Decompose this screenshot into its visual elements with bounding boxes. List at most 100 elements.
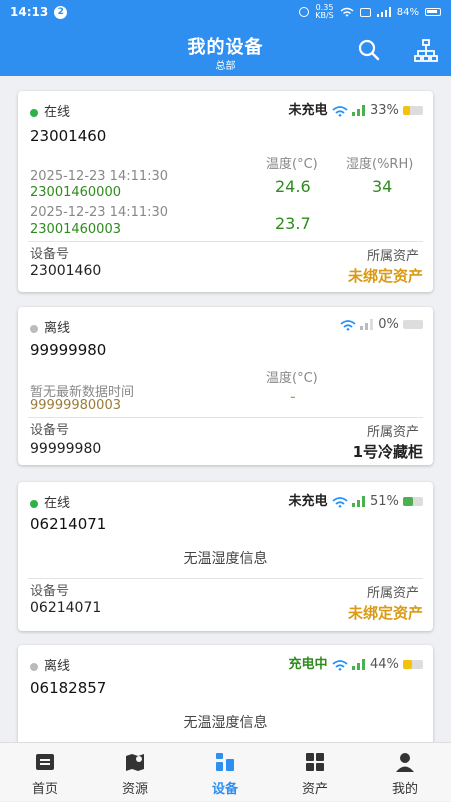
status-dot [30, 662, 38, 671]
divider [28, 578, 423, 579]
asset-label: 所属资产 [366, 249, 419, 264]
signal-icon [351, 105, 365, 116]
battery-status-text: 84% [396, 6, 419, 18]
status-time: 14:13 [10, 5, 49, 19]
battery-icon [403, 320, 423, 329]
sensor-time: 2025-12-23 14:11:30 [30, 169, 169, 184]
divider [28, 241, 423, 242]
search-icon[interactable] [358, 39, 380, 61]
device-power-status: 未充电 33% [289, 99, 423, 118]
temperature-header: 温度(°C) [266, 157, 318, 172]
battery-percent: 51% [369, 494, 399, 509]
no-sensor-info: 无温湿度信息 [183, 715, 268, 731]
asset-value[interactable]: 1号冷藏柜 [353, 441, 423, 462]
signal-icon [360, 319, 374, 330]
humidity-header: 湿度(%RH) [346, 157, 414, 172]
device-card[interactable]: 离线 充电中 44% 06182857 无温湿度信息 [18, 645, 433, 742]
device-no-value: 99999980 [30, 441, 102, 457]
page-title: 我的设备 [187, 37, 264, 58]
status-dot [30, 499, 38, 508]
status-dot [30, 324, 38, 333]
device-no-label: 设备号 [30, 247, 70, 262]
device-list[interactable]: 在线 未充电 33% 23001460 温度(°C) 湿度(%RH) 2025-… [0, 76, 451, 742]
tab-label: 首页 [31, 782, 58, 797]
wifi-icon [332, 659, 348, 671]
tab-label: 资产 [301, 782, 328, 797]
battery-icon [403, 106, 423, 115]
device-id[interactable]: 99999980 [30, 341, 106, 359]
tab-home[interactable]: 首页 [0, 743, 90, 802]
charge-status: 未充电 [288, 494, 328, 509]
org-tree-icon[interactable] [414, 39, 438, 63]
temperature-value: - [290, 387, 296, 406]
asset-value[interactable]: 未绑定资产 [348, 602, 423, 623]
battery-icon [403, 497, 423, 506]
app-header: 我的设备 总部 [0, 24, 451, 76]
sensor-time: 2025-12-23 14:11:30 [30, 205, 169, 220]
divider [28, 417, 423, 418]
status-dot [30, 108, 38, 117]
wifi-icon [332, 105, 348, 117]
device-card[interactable]: 在线 未充电 51% 06214071 无温湿度信息 设备号 所属资产 0621… [18, 482, 433, 631]
signal-icon [351, 659, 365, 670]
temperature-value: 23.7 [275, 214, 311, 233]
battery-icon [403, 660, 423, 669]
battery-percent: 44% [369, 657, 399, 672]
sensor-id[interactable]: 99999980003 [30, 398, 121, 413]
battery-percent: 0% [378, 317, 399, 332]
device-card[interactable]: 在线 未充电 33% 23001460 温度(°C) 湿度(%RH) 2025-… [18, 91, 433, 292]
home-icon [36, 754, 54, 770]
device-icon [216, 753, 234, 771]
offline-status: 离线 [30, 317, 70, 336]
hd-icon [359, 7, 371, 17]
device-no-label: 设备号 [30, 423, 70, 438]
temperature-value: 24.6 [275, 177, 311, 196]
tab-mine[interactable]: 我的 [360, 743, 450, 802]
offline-status: 离线 [30, 655, 70, 674]
wifi-icon [332, 496, 348, 508]
charge-status: 未充电 [288, 103, 328, 118]
device-power-status: 0% [340, 317, 423, 332]
map-pin-icon [126, 754, 144, 771]
bottom-tab-bar: 首页 资源 设备 资产 我的 [0, 742, 451, 801]
sensor-id[interactable]: 23001460003 [30, 222, 121, 237]
charge-status: 充电中 [288, 657, 328, 672]
asset-label: 所属资产 [366, 425, 419, 440]
battery-percent: 33% [369, 103, 399, 118]
humidity-value: 34 [372, 177, 393, 196]
user-icon [396, 753, 414, 772]
status-icons: 0.35 KB/S 84% [299, 4, 441, 20]
asset-label: 所属资产 [366, 586, 419, 601]
device-no-value: 06214071 [30, 600, 102, 616]
status-bar: 14:13 2 0.35 KB/S 84% [0, 0, 451, 24]
net-speed: 0.35 KB/S [315, 3, 334, 20]
online-status: 在线 [30, 101, 70, 120]
device-no-value: 23001460 [30, 263, 102, 279]
temperature-header: 温度(°C) [266, 371, 318, 386]
device-id[interactable]: 06214071 [30, 515, 106, 533]
online-status: 在线 [30, 492, 70, 511]
tab-resources[interactable]: 资源 [90, 743, 180, 802]
alarm-icon [299, 7, 310, 17]
wifi-icon [340, 319, 356, 331]
device-id[interactable]: 23001460 [30, 127, 106, 145]
device-no-label: 设备号 [30, 584, 70, 599]
page-subtitle: 总部 [215, 61, 236, 72]
tab-assets[interactable]: 资产 [270, 743, 360, 802]
grid-icon [306, 753, 324, 771]
device-power-status: 充电中 44% [289, 653, 423, 672]
asset-value[interactable]: 未绑定资产 [348, 265, 423, 286]
device-power-status: 未充电 51% [289, 490, 423, 509]
signal-icon [351, 496, 365, 507]
signal-status-icon [376, 7, 391, 17]
tab-label: 设备 [211, 782, 238, 797]
device-card[interactable]: 离线 0% 99999980 温度(°C) 暂无最新数据时间 999999800… [18, 307, 433, 465]
wifi-status-icon [340, 7, 354, 17]
notification-badge: 2 [54, 5, 68, 19]
device-id[interactable]: 06182857 [30, 679, 106, 697]
sensor-id[interactable]: 23001460000 [30, 185, 121, 200]
no-sensor-info: 无温湿度信息 [183, 551, 268, 567]
battery-status-icon [425, 8, 441, 16]
tab-devices[interactable]: 设备 [180, 743, 270, 802]
tab-label: 资源 [121, 782, 148, 797]
